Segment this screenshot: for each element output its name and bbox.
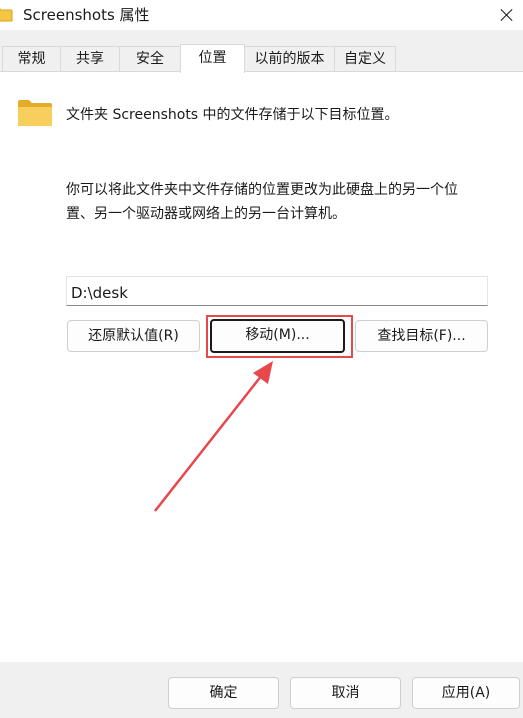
window-title: Screenshots 属性 [23,6,150,24]
ok-button[interactable]: 确定 [168,677,279,709]
location-header-text: 文件夹 Screenshots 中的文件存储于以下目标位置。 [66,107,399,123]
tab-sharing[interactable]: 共享 [60,46,120,72]
cancel-button[interactable]: 取消 [290,677,401,709]
title-bar: Screenshots 属性 [0,0,523,30]
description-line-1: 你可以将此文件夹中文件存储的位置更改为此硬盘上的另一个位 [66,182,458,198]
folder-icon [18,100,52,126]
title-folder-icon [0,8,13,22]
description-line-2: 置、另一个驱动器或网络上的另一台计算机。 [66,206,346,222]
tab-previous-versions[interactable]: 以前的版本 [244,46,335,72]
tab-general[interactable]: 常规 [2,46,61,72]
location-description: 你可以将此文件夹中文件存储的位置更改为此硬盘上的另一个位 置、另一个驱动器或网络… [66,178,486,226]
tab-location[interactable]: 位置 [180,44,245,73]
tab-security[interactable]: 安全 [119,46,181,72]
location-panel [0,71,523,662]
tab-customize[interactable]: 自定义 [334,46,396,72]
find-target-button[interactable]: 查找目标(F)... [355,320,488,352]
location-path-input[interactable] [66,276,488,306]
annotation-highlight-box [206,315,353,358]
tab-bar: 常规 共享 安全 位置 以前的版本 自定义 [0,44,523,73]
properties-window: Screenshots 属性 常规 共享 安全 位置 以前的版本 自定义 文件夹… [0,0,523,718]
apply-button[interactable]: 应用(A) [412,677,520,709]
restore-default-button[interactable]: 还原默认值(R) [67,320,200,352]
close-icon[interactable] [490,0,523,30]
